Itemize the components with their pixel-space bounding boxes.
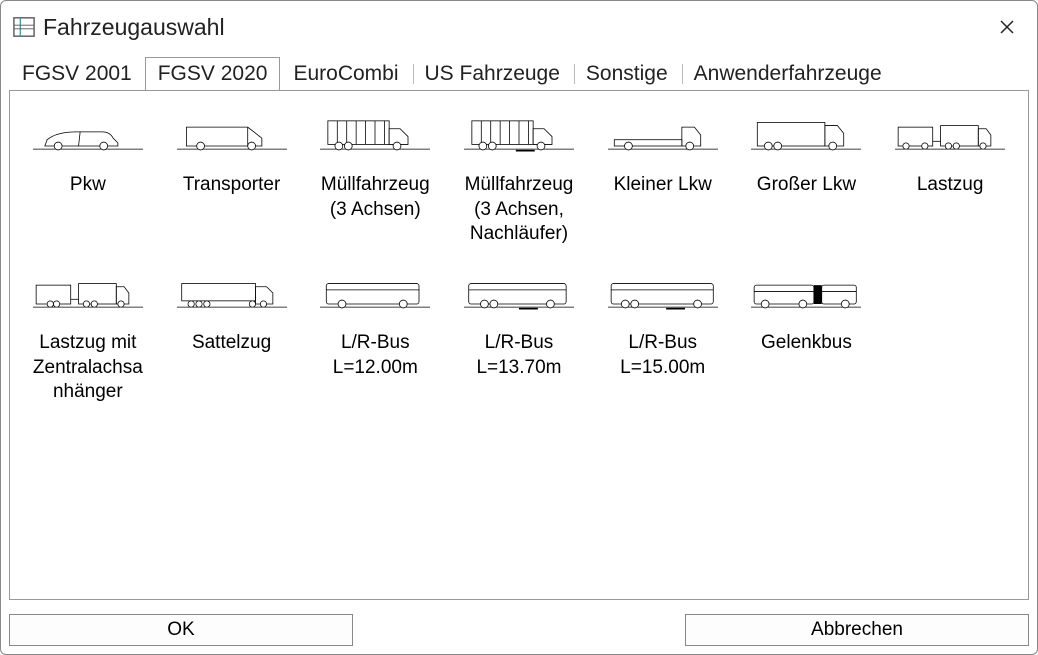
vehicle-icon-garbage-truck <box>315 105 435 165</box>
vehicle-icon-articulated-bus <box>746 263 866 323</box>
vehicle-item-garbage-3axle[interactable]: Müllfahrzeug (3 Achsen) <box>307 101 443 251</box>
vehicle-item-bus-13-7m[interactable]: L/R-Bus L=13.70m <box>451 259 587 409</box>
vehicle-label: Pkw <box>28 173 148 198</box>
vehicle-label: Transporter <box>172 173 292 198</box>
vehicle-item-large-truck[interactable]: Großer Lkw <box>739 101 875 251</box>
tab-bar: FGSV 2001 FGSV 2020 EuroCombi US Fahrzeu… <box>1 57 1037 90</box>
vehicle-item-lastzug-zentral[interactable]: Lastzug mit Zentralachsanhänger <box>20 259 156 409</box>
vehicle-item-transporter[interactable]: Transporter <box>164 101 300 251</box>
vehicle-label: L/R-Bus L=13.70m <box>459 331 579 380</box>
vehicle-icon-large-truck <box>746 105 866 165</box>
tab-eurocombi[interactable]: EuroCombi <box>280 57 411 90</box>
vehicle-label: Müllfahrzeug (3 Achsen) <box>315 173 435 222</box>
vehicle-item-lastzug[interactable]: Lastzug <box>882 101 1018 251</box>
vehicle-label: Großer Lkw <box>746 173 866 198</box>
vehicle-icon-bus <box>459 263 579 323</box>
vehicle-item-sattelzug[interactable]: Sattelzug <box>164 259 300 409</box>
tab-anwenderfahrzeuge[interactable]: Anwenderfahrzeuge <box>681 57 895 90</box>
vehicle-label: Lastzug <box>890 173 1010 198</box>
vehicle-item-bus-12m[interactable]: L/R-Bus L=12.00m <box>307 259 443 409</box>
close-button[interactable] <box>989 9 1025 45</box>
vehicle-icon-semi-trailer <box>172 263 292 323</box>
vehicle-icon-garbage-truck-trailer <box>459 105 579 165</box>
tab-fgsv-2001[interactable]: FGSV 2001 <box>9 57 145 90</box>
title-bar: Fahrzeugauswahl <box>1 1 1037 53</box>
button-row: OK Abbrechen <box>1 608 1037 654</box>
tab-us-fahrzeuge[interactable]: US Fahrzeuge <box>412 57 573 90</box>
content-outer: Pkw Transporter <box>1 90 1037 608</box>
vehicle-list: Pkw Transporter <box>9 90 1029 600</box>
vehicle-icon-bus <box>315 263 435 323</box>
vehicle-label: Sattelzug <box>172 331 292 356</box>
vehicle-grid: Pkw Transporter <box>20 101 1018 409</box>
vehicle-label: Müllfahrzeug (3 Achsen, Nachläufer) <box>459 173 579 247</box>
vehicle-item-bus-15m[interactable]: L/R-Bus L=15.00m <box>595 259 731 409</box>
vehicle-icon-truck-center-axle <box>28 263 148 323</box>
vehicle-label: L/R-Bus L=12.00m <box>315 331 435 380</box>
vehicle-icon-car <box>28 105 148 165</box>
vehicle-label: Lastzug mit Zentralachsanhänger <box>28 331 148 405</box>
window-title: Fahrzeugauswahl <box>43 14 989 41</box>
vehicle-icon-van <box>172 105 292 165</box>
vehicle-icon-truck-trailer <box>890 105 1010 165</box>
vehicle-label: Gelenkbus <box>746 331 866 356</box>
spacer <box>361 614 677 646</box>
vehicle-item-garbage-trailer[interactable]: Müllfahrzeug (3 Achsen, Nachläufer) <box>451 101 587 251</box>
vehicle-item-gelenkbus[interactable]: Gelenkbus <box>739 259 875 409</box>
vehicle-label: L/R-Bus L=15.00m <box>603 331 723 380</box>
vehicle-icon-bus <box>603 263 723 323</box>
app-icon <box>13 16 35 38</box>
ok-button[interactable]: OK <box>9 614 353 646</box>
tab-sonstige[interactable]: Sonstige <box>573 57 681 90</box>
vehicle-icon-small-truck <box>603 105 723 165</box>
tab-fgsv-2020[interactable]: FGSV 2020 <box>145 57 281 90</box>
vehicle-label: Kleiner Lkw <box>603 173 723 198</box>
dialog-window: Fahrzeugauswahl FGSV 2001 FGSV 2020 Euro… <box>0 0 1038 655</box>
vehicle-item-pkw[interactable]: Pkw <box>20 101 156 251</box>
cancel-button[interactable]: Abbrechen <box>685 614 1029 646</box>
vehicle-item-small-truck[interactable]: Kleiner Lkw <box>595 101 731 251</box>
